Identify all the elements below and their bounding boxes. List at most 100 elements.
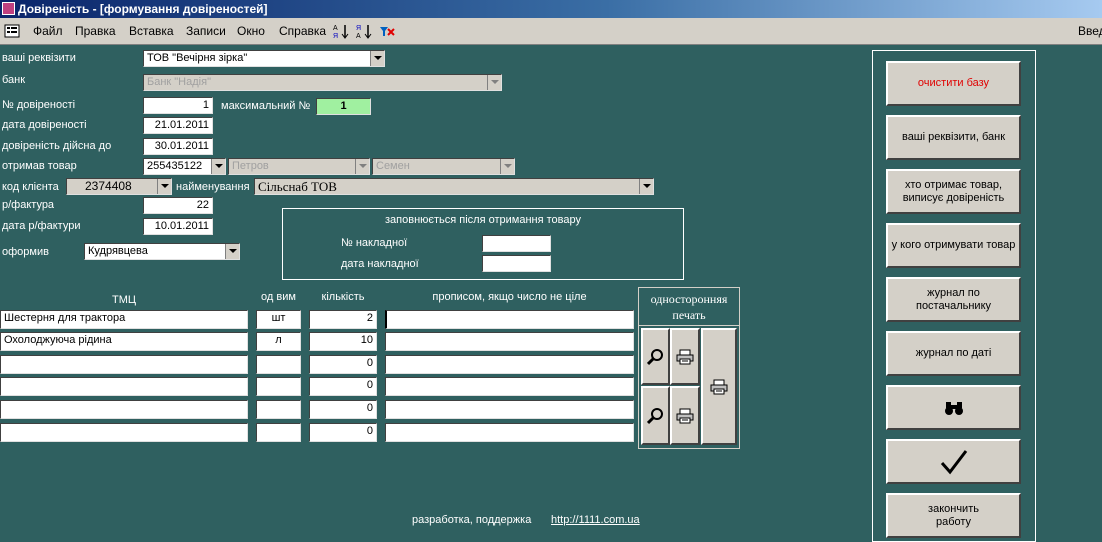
power-number-label: № довіреності — [2, 99, 76, 111]
waybill-number-label: № накладної — [341, 237, 408, 249]
search-button[interactable] — [886, 385, 1021, 430]
print-all-button[interactable] — [701, 328, 737, 445]
menu-window[interactable]: Окно — [237, 24, 265, 38]
item-name-field[interactable] — [0, 377, 248, 396]
sort-ascending-icon[interactable]: AЯ — [333, 23, 349, 39]
binoculars-icon — [944, 401, 963, 415]
item-unit-field[interactable] — [256, 377, 301, 396]
svg-text:A: A — [356, 33, 361, 39]
finish-work-button[interactable]: закончить работу — [886, 493, 1021, 538]
waybill-date-label: дата накладної — [341, 258, 419, 270]
waybill-date-field[interactable] — [482, 255, 551, 272]
item-qty-field[interactable]: 2 — [309, 310, 377, 329]
item-words-field[interactable] — [385, 400, 634, 419]
max-number-field: 1 — [316, 98, 371, 115]
chevron-down-icon[interactable] — [370, 51, 384, 66]
chevron-down-icon[interactable] — [157, 179, 171, 194]
waybill-number-field[interactable] — [482, 235, 551, 252]
help-search-box[interactable]: Введ — [1078, 24, 1102, 38]
checkmark-icon — [940, 449, 967, 474]
window-title: Довіреність - [формування довіреностей] — [18, 2, 268, 16]
print-panel: односторонняя печать — [638, 287, 740, 449]
menu-insert[interactable]: Вставка — [129, 24, 174, 38]
invoice-date-field[interactable]: 10.01.2011 — [143, 218, 213, 235]
requisites-select[interactable]: ТОВ "Вечірня зірка" — [143, 50, 385, 67]
client-code-label: код клієнта — [2, 181, 59, 193]
menu-file[interactable]: Файл — [33, 24, 63, 38]
preview-button-1[interactable] — [641, 328, 670, 385]
journal-by-supplier-button[interactable]: журнал по постачальнику — [886, 277, 1021, 322]
item-name-field[interactable] — [0, 423, 248, 442]
item-words-field[interactable] — [385, 310, 634, 329]
item-qty-field[interactable]: 0 — [309, 423, 377, 442]
menu-edit[interactable]: Правка — [75, 24, 116, 38]
receiver-label: отримав товар — [2, 160, 77, 172]
item-unit-field[interactable] — [256, 400, 301, 419]
power-date-label: дата довіреності — [2, 119, 87, 131]
chevron-down-icon[interactable] — [639, 179, 653, 194]
item-qty-field[interactable]: 0 — [309, 400, 377, 419]
power-date-field[interactable]: 21.01.2011 — [143, 117, 213, 134]
app-icon — [2, 2, 15, 15]
chevron-down-icon — [355, 159, 369, 174]
preview-button-2[interactable] — [641, 386, 670, 445]
item-unit-field[interactable]: л — [256, 332, 301, 351]
item-qty-field[interactable]: 0 — [309, 355, 377, 374]
item-unit-field[interactable] — [256, 355, 301, 374]
col-header-qty: кількість — [321, 291, 365, 303]
item-words-field[interactable] — [385, 332, 634, 351]
item-name-field[interactable]: Охолоджуюча рідина — [0, 332, 248, 351]
item-qty-field[interactable]: 10 — [309, 332, 377, 351]
footer-link[interactable]: http://1111.com.ua — [551, 514, 640, 526]
invoice-label: р/фактура — [2, 199, 55, 211]
requisites-bank-button[interactable]: ваші реквізити, банк — [886, 115, 1021, 160]
remove-filter-icon[interactable] — [379, 23, 395, 39]
confirm-button[interactable] — [886, 439, 1021, 484]
invoice-field[interactable]: 22 — [143, 197, 213, 214]
printer-icon — [676, 349, 694, 364]
form-view-icon[interactable] — [4, 23, 20, 39]
valid-until-field[interactable]: 30.01.2011 — [143, 138, 213, 155]
valid-until-label: довіреність дійсна до — [2, 140, 112, 152]
col-header-words: прописом, якщо число не ціле — [432, 291, 587, 303]
menu-help[interactable]: Справка — [279, 24, 326, 38]
clear-database-button[interactable]: очистити базу — [886, 61, 1021, 106]
item-words-field[interactable] — [385, 355, 634, 374]
receiver-button[interactable]: хто отримає товар, виписує довіреність — [886, 169, 1021, 214]
journal-by-date-button[interactable]: журнал по даті — [886, 331, 1021, 376]
power-number-field[interactable]: 1 — [143, 97, 213, 114]
item-name-field[interactable] — [0, 355, 248, 374]
chevron-down-icon[interactable] — [211, 159, 225, 174]
item-words-field[interactable] — [385, 377, 634, 396]
print-panel-header: односторонняя печать — [639, 288, 739, 326]
receiver-name-select: Семен — [372, 158, 515, 175]
magnifier-icon — [646, 348, 663, 365]
bank-select: Банк "Надія" — [143, 74, 502, 91]
svg-text:Я: Я — [356, 25, 361, 32]
item-name-field[interactable] — [0, 400, 248, 419]
client-name-select[interactable]: Сільснаб ТОВ — [254, 178, 654, 195]
item-qty-field[interactable]: 0 — [309, 377, 377, 396]
print-button-2[interactable] — [670, 386, 700, 445]
chevron-down-icon[interactable] — [225, 244, 239, 259]
footer-text: разработка, поддержка — [412, 514, 532, 526]
client-code-select[interactable]: 2374408 — [66, 178, 172, 195]
item-name-field[interactable]: Шестерня для трактора — [0, 310, 248, 329]
magnifier-icon — [646, 407, 663, 424]
name-label: найменування — [176, 181, 250, 193]
sort-descending-icon[interactable]: ЯA — [356, 23, 372, 39]
menu-records[interactable]: Записи — [186, 24, 226, 38]
title-bar: Довіреність - [формування довіреностей] — [0, 0, 1102, 18]
item-unit-field[interactable]: шт — [256, 310, 301, 329]
col-header-tmc: ТМЦ — [111, 294, 137, 306]
col-header-unit: од вим — [261, 291, 296, 303]
item-words-field[interactable] — [385, 423, 634, 442]
issued-by-select[interactable]: Кудрявцева — [84, 243, 240, 260]
chevron-down-icon — [487, 75, 501, 90]
receiver-code-select[interactable]: 255435122 — [143, 158, 226, 175]
item-unit-field[interactable] — [256, 423, 301, 442]
bank-label: банк — [2, 74, 26, 86]
issued-by-label: оформив — [2, 246, 49, 258]
supplier-button[interactable]: у кого отримувати товар — [886, 223, 1021, 268]
print-button-1[interactable] — [670, 328, 700, 385]
